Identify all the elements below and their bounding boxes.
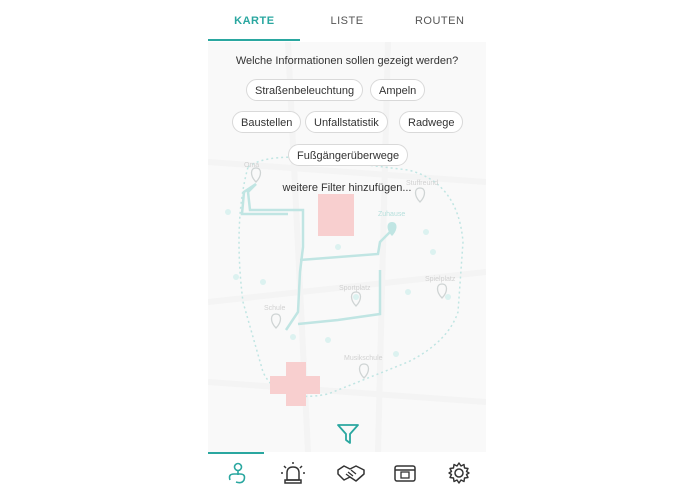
chip-unfallstatistik[interactable]: Unfallstatistik — [305, 111, 388, 133]
map-route-icon — [228, 462, 246, 484]
filter-question: Welche Informationen sollen gezeigt werd… — [235, 55, 459, 67]
add-more-filters-link[interactable]: weitere Filter hinzufügen... — [208, 182, 486, 194]
tab-routen[interactable]: ROUTEN — [393, 0, 486, 42]
active-tab-indicator — [208, 39, 300, 41]
nav-map[interactable] — [218, 452, 258, 494]
chip-fussgaengerueberwege[interactable]: Fußgängerüberwege — [288, 144, 409, 166]
nav-alerts[interactable] — [272, 452, 312, 494]
filter-toggle-button[interactable] — [336, 422, 360, 446]
nav-wallet[interactable] — [384, 452, 424, 494]
bottom-navigation — [208, 452, 486, 494]
handshake-icon — [337, 465, 365, 482]
app-screen: KARTE LISTE ROUTEN Oma Stuffreund Zuhaus… — [208, 0, 486, 494]
nav-settings[interactable] — [438, 452, 478, 494]
filter-panel: Welche Informationen sollen gezeigt werd… — [208, 42, 486, 452]
chip-radwege[interactable]: Radwege — [399, 111, 464, 133]
chip-baustellen[interactable]: Baustellen — [232, 111, 302, 133]
wallet-icon — [394, 465, 416, 482]
gear-icon — [448, 462, 470, 484]
top-tab-bar: KARTE LISTE ROUTEN — [208, 0, 486, 42]
tab-karte[interactable]: KARTE — [208, 0, 301, 42]
chip-ampeln[interactable]: Ampeln — [370, 79, 426, 101]
nav-community[interactable] — [328, 452, 368, 494]
tab-liste[interactable]: LISTE — [301, 0, 394, 42]
alarm-light-icon — [281, 462, 305, 484]
chip-strassenbeleuchtung[interactable]: Straßenbeleuchtung — [246, 79, 364, 101]
funnel-icon — [337, 424, 359, 444]
